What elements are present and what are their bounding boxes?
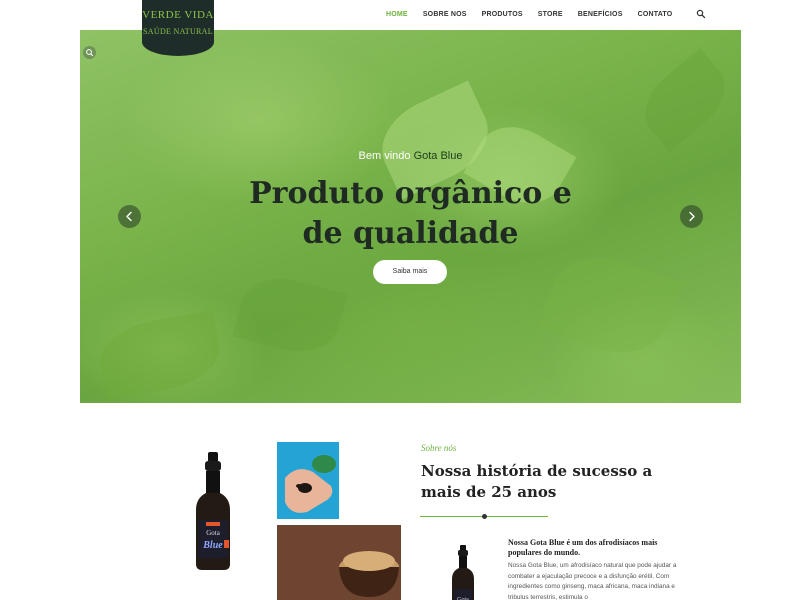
small-product-bottle-image: Gota <box>452 545 474 600</box>
divider-dot <box>482 514 487 519</box>
hero-leaf-decoration <box>232 268 348 362</box>
site-logo[interactable]: VERDE VIDA SAÚDE NATURAL <box>142 0 214 56</box>
svg-text:Blue: Blue <box>202 540 223 551</box>
hero-leaf-decoration <box>631 48 739 152</box>
svg-text:Gota: Gota <box>206 529 221 537</box>
about-lead: Nossa Gota Blue é um dos afrodisíacos ma… <box>508 538 658 557</box>
about-body: Nossa Gota Blue, um afrodisíaco natural … <box>508 562 677 600</box>
chevron-right-icon[interactable] <box>680 205 703 228</box>
chevron-left-icon[interactable] <box>118 205 141 228</box>
nav-item-home[interactable]: HOME <box>386 11 408 18</box>
hero-title: Produto orgânico e de qualidade <box>80 174 741 254</box>
hero-slider: Bem vindo Gota Blue Produto orgânico e d… <box>80 30 741 403</box>
main-nav: HOME SOBRE NOS PRODUTOS STORE BENEFÍCIOS… <box>386 9 706 19</box>
nav-item-store[interactable]: STORE <box>538 11 563 18</box>
powder-bowl-image <box>277 525 401 600</box>
hero-leaf-decoration <box>538 242 682 368</box>
zoom-icon[interactable] <box>83 46 96 59</box>
nav-item-contato[interactable]: CONTATO <box>638 11 673 18</box>
search-icon[interactable] <box>696 9 706 19</box>
hero-title-line1: Produto orgânico e <box>249 176 572 211</box>
about-title: Nossa história de sucesso a mais de 25 a… <box>421 462 653 501</box>
nav-item-sobre-nos[interactable]: SOBRE NOS <box>423 11 467 18</box>
logo-tagline: SAÚDE NATURAL <box>143 27 213 36</box>
saiba-mais-button[interactable]: Saiba mais <box>373 260 447 284</box>
nav-item-produtos[interactable]: PRODUTOS <box>482 11 523 18</box>
site-header: VERDE VIDA SAÚDE NATURAL HOME SOBRE NOS … <box>0 0 800 56</box>
hero-subtitle: Bem vindo Gota Blue <box>80 150 741 162</box>
about-kicker: Sobre nós <box>421 443 457 453</box>
product-bottle-image: Gota Blue <box>196 452 230 570</box>
hero-leaf-decoration <box>94 310 226 400</box>
hero-subtitle-prefix: Bem vindo <box>358 150 411 162</box>
logo-name: VERDE VIDA <box>142 9 214 21</box>
hero-title-line2: de qualidade <box>302 216 519 251</box>
nav-item-beneficios[interactable]: BENEFÍCIOS <box>578 11 623 18</box>
hand-spoon-image <box>277 442 339 519</box>
hero-subtitle-highlight: Gota Blue <box>413 150 463 162</box>
